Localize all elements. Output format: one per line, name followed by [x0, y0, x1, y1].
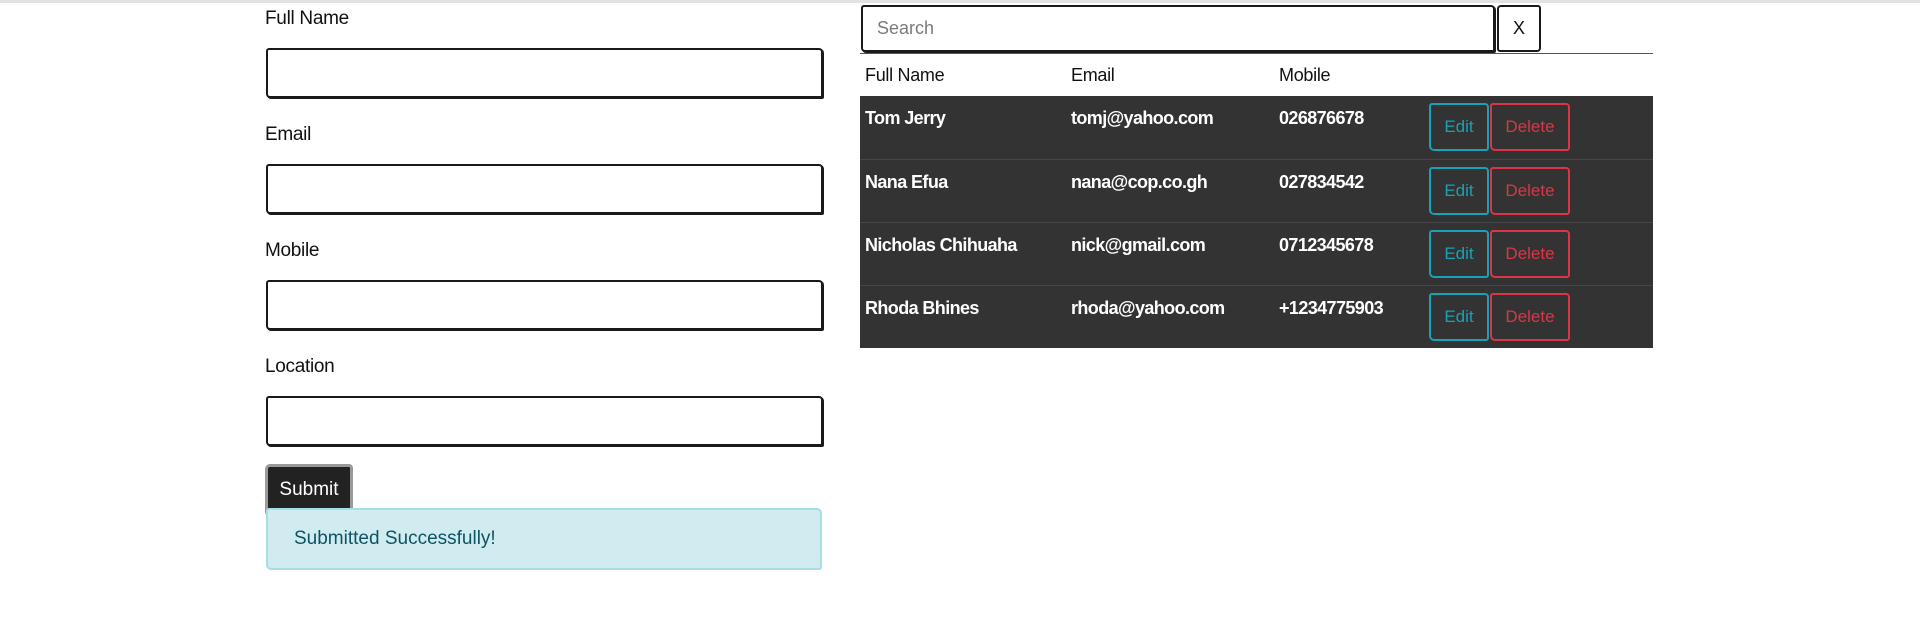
email-group: Email	[265, 122, 823, 214]
edit-button[interactable]: Edit	[1429, 292, 1489, 341]
search-bar: X	[860, 4, 1653, 52]
records-table: Full Name Email Mobile Tom Jerry tomj@ya…	[860, 54, 1653, 348]
top-border	[0, 0, 1920, 3]
table-header-row: Full Name Email Mobile	[860, 54, 1653, 96]
cell-email: nick@gmail.com	[1066, 221, 1274, 285]
success-alert: Submitted Successfully!	[266, 508, 822, 570]
cell-mobile: 027834542	[1274, 158, 1425, 222]
column-header-full-name: Full Name	[865, 64, 945, 85]
cell-email: nana@cop.co.gh	[1066, 158, 1274, 222]
column-header-mobile: Mobile	[1279, 64, 1331, 85]
full-name-input[interactable]	[266, 48, 823, 98]
column-header-actions	[1425, 54, 1653, 96]
clear-search-button[interactable]: X	[1497, 5, 1541, 52]
location-group: Location	[265, 354, 823, 446]
table-row: Rhoda Bhines rhoda@yahoo.com +1234775903…	[860, 284, 1653, 348]
cell-full-name: Rhoda Bhines	[860, 284, 1066, 348]
location-input[interactable]	[266, 396, 823, 446]
edit-button[interactable]: Edit	[1429, 166, 1489, 215]
employee-form: Full Name Email Mobile Location Submit	[265, 6, 823, 516]
email-input[interactable]	[266, 164, 823, 214]
cell-full-name: Tom Jerry	[865, 108, 946, 128]
cell-full-name: Nicholas Chihuaha	[860, 221, 1066, 285]
cell-email: rhoda@yahoo.com	[1066, 284, 1274, 348]
search-input[interactable]	[861, 5, 1495, 52]
full-name-group: Full Name	[265, 6, 823, 98]
records-panel: X Full Name Email Mobile Tom Jerry tomj@…	[860, 4, 1653, 348]
mobile-input[interactable]	[266, 280, 823, 330]
table-row: Tom Jerry tomj@yahoo.com 026876678 Edit D…	[860, 96, 1653, 159]
cell-actions: Edit Delete	[1425, 284, 1653, 348]
cell-mobile: 0712345678	[1274, 221, 1425, 285]
cell-full-name: Nana Efua	[860, 158, 1066, 222]
edit-button[interactable]: Edit	[1429, 103, 1489, 151]
email-label: Email	[265, 124, 312, 145]
cell-actions: Edit Delete	[1425, 221, 1653, 285]
cell-mobile: +1234775903	[1274, 284, 1425, 348]
cell-actions: Edit Delete	[1425, 96, 1653, 159]
table-row: Nicholas Chihuaha nick@gmail.com 0712345…	[860, 221, 1653, 285]
delete-button[interactable]: Delete	[1490, 103, 1570, 151]
delete-button[interactable]: Delete	[1490, 229, 1570, 278]
cell-email: tomj@yahoo.com	[1071, 108, 1214, 128]
mobile-group: Mobile	[265, 238, 823, 330]
full-name-label: Full Name	[265, 8, 349, 29]
delete-button[interactable]: Delete	[1490, 292, 1570, 341]
edit-button[interactable]: Edit	[1429, 229, 1489, 278]
location-label: Location	[265, 356, 335, 377]
column-header-email: Email	[1071, 64, 1115, 85]
table-row: Nana Efua nana@cop.co.gh 027834542 Edit D…	[860, 158, 1653, 222]
cell-actions: Edit Delete	[1425, 158, 1653, 222]
cell-mobile: 026876678	[1279, 108, 1364, 128]
mobile-label: Mobile	[265, 240, 320, 261]
delete-button[interactable]: Delete	[1490, 166, 1570, 215]
